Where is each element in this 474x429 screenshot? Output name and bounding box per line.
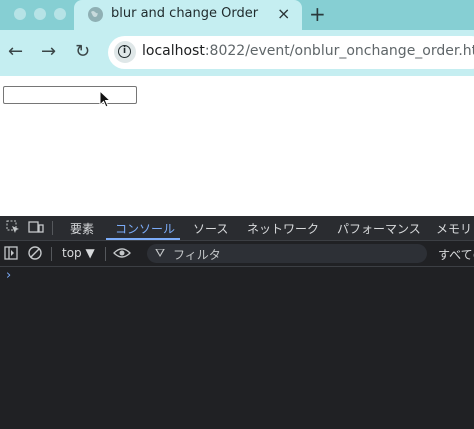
reload-icon[interactable]: ↻ [75, 40, 90, 64]
tab-elements[interactable]: 要素 [70, 220, 94, 237]
tab-title: blur and change Order [111, 6, 259, 21]
window-minimize-icon[interactable] [34, 8, 46, 20]
address-bar[interactable]: i localhost:8022/event/onblur_onchange_o… [108, 36, 474, 69]
filter-icon: ⛛ [155, 246, 166, 260]
new-tab-icon[interactable]: + [309, 3, 326, 25]
url-text: localhost:8022/event/onblur_onchange_ord… [142, 43, 474, 59]
toolbar-divider [105, 247, 106, 261]
sidebar-toggle-icon[interactable] [4, 246, 18, 264]
devtools-tab-bar: 要素 コンソール ソース ネットワーク パフォーマンス メモリ [0, 216, 474, 241]
devtools-panel: 要素 コンソール ソース ネットワーク パフォーマンス メモリ top ▼ ⛛ … [0, 216, 474, 429]
browser-tab-strip: blur and change Order × + [0, 0, 474, 30]
window-close-icon[interactable] [14, 8, 26, 20]
console-prompt-icon[interactable]: › [6, 268, 11, 283]
page-viewport [0, 76, 474, 216]
active-tab-indicator [106, 238, 180, 240]
window-maximize-icon[interactable] [54, 8, 66, 20]
browser-tab[interactable]: blur and change Order × [74, 0, 302, 30]
clear-console-icon[interactable] [28, 246, 42, 264]
browser-toolbar: ← → ↻ i localhost:8022/event/onblur_onch… [0, 30, 474, 76]
site-info-icon[interactable]: i [114, 41, 136, 63]
dropdown-caret-icon: ▼ [85, 246, 95, 260]
mouse-pointer-icon [99, 89, 112, 112]
toolbar-divider [51, 247, 52, 261]
tab-performance[interactable]: パフォーマンス [337, 220, 421, 237]
back-arrow-icon[interactable]: ← [8, 40, 23, 64]
log-levels-dropdown[interactable]: すべての [438, 246, 474, 263]
globe-icon [88, 7, 103, 22]
tab-sources[interactable]: ソース [193, 220, 228, 237]
toolbar-divider [52, 221, 53, 235]
console-toolbar: top ▼ ⛛ フィルタ すべての [0, 241, 474, 267]
tab-console[interactable]: コンソール [115, 220, 175, 237]
context-selector[interactable]: top ▼ [62, 246, 95, 260]
device-toolbar-icon[interactable] [28, 220, 44, 238]
tab-close-icon[interactable]: × [277, 4, 290, 24]
text-input[interactable] [3, 86, 137, 104]
console-filter-input[interactable]: ⛛ フィルタ [147, 244, 427, 263]
forward-arrow-icon[interactable]: → [41, 40, 56, 64]
inspect-element-icon[interactable] [6, 220, 20, 238]
tab-network[interactable]: ネットワーク [247, 220, 319, 237]
tab-memory[interactable]: メモリ [436, 220, 472, 237]
live-expression-eye-icon[interactable] [113, 246, 131, 264]
